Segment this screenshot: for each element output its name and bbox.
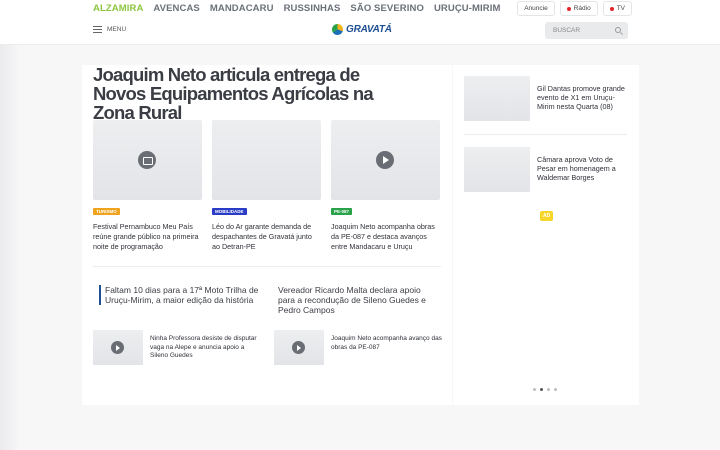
hamburger-icon [93, 26, 102, 33]
item-title[interactable]: Câmara aprova Voto de Pesar em homenagem… [537, 155, 627, 192]
sub-headline[interactable]: Faltam 10 dias para a 17ª Moto Trilha de… [99, 285, 259, 305]
sidebar-item[interactable]: Câmara aprova Voto de Pesar em homenagem… [464, 147, 627, 192]
sidebar-divider [464, 134, 627, 135]
tv-label: TV [616, 5, 625, 12]
category-tag[interactable]: TURISMO [93, 208, 120, 215]
page-gutter [0, 45, 20, 450]
news-card[interactable]: TURISMO Festival Pernambuco Meu País reú… [93, 120, 202, 252]
top-actions: Anuncie Rádio TV [517, 1, 632, 16]
main-headline[interactable]: Joaquim Neto articula entrega de Novos E… [93, 65, 413, 122]
city-links: ALZAMIRA AVENCAS MANDACARU RUSSINHAS SÃO… [93, 3, 501, 14]
carousel-dot[interactable] [554, 388, 557, 391]
live-dot-icon [609, 6, 614, 11]
item-thumbnail[interactable] [464, 147, 530, 192]
site-header: MENU GRAVATÁ BUSCAR [0, 18, 720, 45]
gallery-icon [138, 151, 156, 169]
site-logo[interactable]: GRAVATÁ [332, 24, 392, 35]
menu-button[interactable]: MENU [93, 26, 126, 33]
sidebar-item[interactable]: Gil Dantas promove grande evento de X1 e… [464, 76, 627, 121]
news-card[interactable]: MOBILIDADE Léo do Ar garante demanda de … [212, 120, 321, 252]
carousel-dots [533, 388, 557, 391]
sidebar: Gil Dantas promove grande evento de X1 e… [453, 65, 639, 405]
category-tag[interactable]: MOBILIDADE [212, 208, 247, 215]
search-icon[interactable] [615, 27, 621, 33]
carousel-dot[interactable] [533, 388, 536, 391]
city-link-sao-severino[interactable]: SÃO SEVERINO [350, 3, 424, 14]
anuncie-label: Anuncie [524, 5, 548, 12]
carousel-dot[interactable] [547, 388, 550, 391]
item-title[interactable]: Gil Dantas promove grande evento de X1 e… [537, 84, 627, 121]
item-title[interactable]: Joaquim Neto acompanha avanço das obras … [331, 335, 443, 365]
item-thumbnail[interactable] [93, 330, 143, 365]
sub-headline[interactable]: Vereador Ricardo Malta declara apoio par… [278, 285, 438, 315]
logo-text: GRAVATÁ [346, 24, 392, 35]
main-content: Joaquim Neto articula entrega de Novos E… [82, 65, 452, 405]
card-thumbnail[interactable] [93, 120, 202, 200]
item-thumbnail[interactable] [464, 76, 530, 121]
search-placeholder: BUSCAR [553, 27, 581, 34]
city-nav: ALZAMIRA AVENCAS MANDACARU RUSSINHAS SÃO… [0, 0, 720, 18]
item-thumbnail[interactable] [274, 330, 324, 365]
play-icon [111, 341, 124, 354]
city-link-avencas[interactable]: AVENCAS [153, 3, 199, 14]
play-icon [292, 341, 305, 354]
item-title[interactable]: Ninha Professora desiste de disputar vag… [150, 335, 262, 365]
card-title[interactable]: Festival Pernambuco Meu País reúne grand… [93, 222, 202, 252]
city-link-alzamira[interactable]: ALZAMIRA [93, 3, 143, 14]
radio-button[interactable]: Rádio [559, 1, 598, 16]
search-input[interactable]: BUSCAR [545, 22, 628, 39]
category-tag[interactable]: PE-087 [331, 208, 353, 215]
city-link-urucu-mirim[interactable]: URUÇU-MIRIM [434, 3, 501, 14]
card-thumbnail[interactable] [212, 120, 321, 200]
card-thumbnail[interactable] [331, 120, 440, 200]
live-dot-icon [566, 6, 571, 11]
list-item[interactable]: Joaquim Neto acompanha avanço das obras … [274, 330, 443, 365]
radio-label: Rádio [573, 5, 591, 12]
section-divider [93, 266, 441, 267]
card-title[interactable]: Léo do Ar garante demanda de despachante… [212, 222, 321, 252]
logo-mark-icon [332, 24, 343, 35]
tv-button[interactable]: TV [602, 1, 632, 16]
carousel-dot-active[interactable] [540, 388, 543, 391]
menu-label: MENU [107, 26, 127, 33]
city-link-mandacaru[interactable]: MANDACARU [210, 3, 274, 14]
card-title[interactable]: Joaquim Neto acompanha obras da PE-087 e… [331, 222, 440, 252]
list-item[interactable]: Ninha Professora desiste de disputar vag… [93, 330, 262, 365]
news-card[interactable]: PE-087 Joaquim Neto acompanha obras da P… [331, 120, 440, 252]
play-icon [376, 151, 394, 169]
city-link-russinhas[interactable]: RUSSINHAS [284, 3, 341, 14]
ad-badge: AD [540, 211, 554, 221]
anuncie-button[interactable]: Anuncie [517, 1, 555, 16]
